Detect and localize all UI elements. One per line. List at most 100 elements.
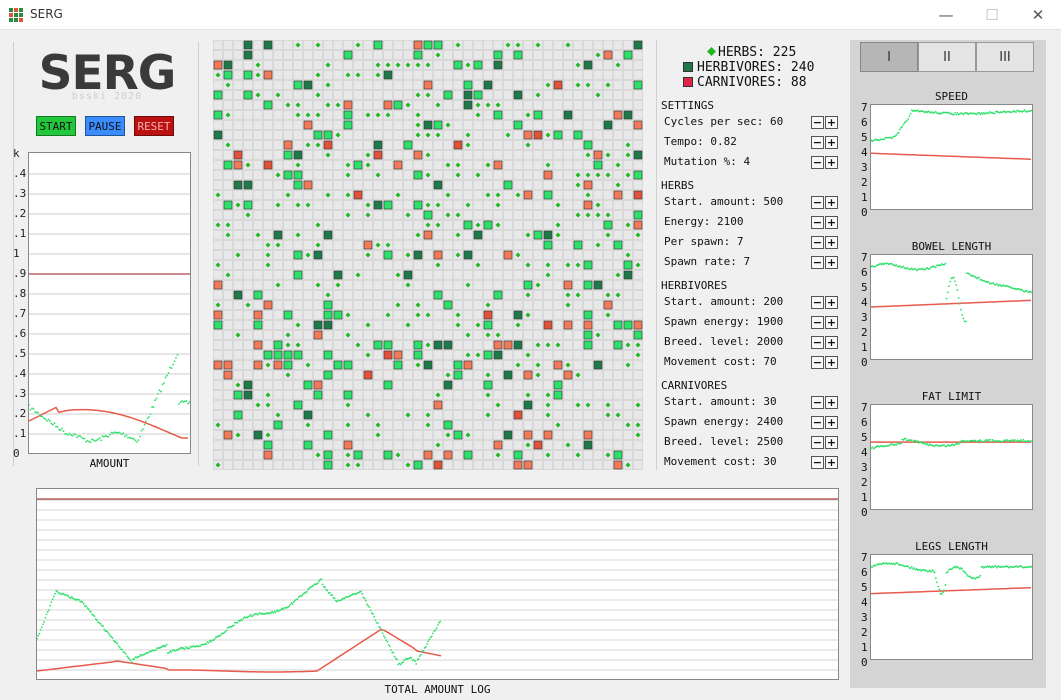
tab-2[interactable]: II [918, 42, 976, 72]
minimize-button[interactable]: — [923, 0, 969, 30]
grid-cell [554, 451, 562, 459]
herbivore-point [34, 411, 36, 414]
gene-y-label: 0 [861, 506, 868, 519]
increment-button[interactable]: + [825, 196, 838, 209]
increment-button[interactable]: + [825, 216, 838, 229]
pause-button[interactable]: PAUSE [85, 116, 125, 136]
herbivore-log-point [331, 594, 334, 597]
increment-button[interactable]: + [825, 436, 838, 449]
gene-chart [870, 254, 1033, 360]
increment-button[interactable]: + [825, 336, 838, 349]
decrement-button[interactable]: − [811, 116, 824, 129]
grid-cell [404, 421, 412, 429]
decrement-button[interactable]: − [811, 356, 824, 369]
gene-chart [870, 404, 1033, 510]
grid-cell [314, 461, 322, 469]
decrement-button[interactable]: − [811, 196, 824, 209]
grid-cell [494, 321, 502, 329]
grid-cell [384, 211, 392, 219]
grid-cell [604, 421, 612, 429]
grid-cell [394, 141, 402, 149]
grid-cell [474, 121, 482, 129]
decrement-button[interactable]: − [811, 296, 824, 309]
herbivore [263, 440, 273, 450]
increment-button[interactable]: + [825, 236, 838, 249]
increment-button[interactable]: + [825, 416, 838, 429]
herbivore-gene-point [898, 128, 901, 131]
grid-cell [584, 241, 592, 249]
grid-cell [504, 151, 512, 159]
decrement-button[interactable]: − [811, 156, 824, 169]
carnivore [633, 320, 643, 330]
grid-cell [394, 331, 402, 339]
simulation-grid[interactable] [213, 40, 643, 470]
grid-cell [384, 161, 392, 169]
herbivore [323, 430, 333, 440]
decrement-button[interactable]: − [811, 216, 824, 229]
grid-cell [594, 451, 602, 459]
reset-button[interactable]: RESET [134, 116, 174, 136]
grid-cell [614, 221, 622, 229]
grid-cell [394, 371, 402, 379]
maximize-button[interactable]: ☐ [969, 0, 1015, 30]
grid-cell [394, 291, 402, 299]
grid-cell [294, 461, 302, 469]
herbivore [293, 400, 303, 410]
increment-button[interactable]: + [825, 116, 838, 129]
increment-button[interactable]: + [825, 256, 838, 269]
grid-cell [314, 231, 322, 239]
grid-cell [494, 151, 502, 159]
grid-cell [444, 181, 452, 189]
increment-button[interactable]: + [825, 296, 838, 309]
grid-cell [624, 241, 632, 249]
herbivore [633, 80, 643, 90]
decrement-button[interactable]: − [811, 236, 824, 249]
grid-cell [504, 301, 512, 309]
grid-cell [514, 231, 522, 239]
grid-cell [454, 381, 462, 389]
increment-button[interactable]: + [825, 456, 838, 469]
increment-button[interactable]: + [825, 356, 838, 369]
grid-cell [534, 271, 542, 279]
grid-cell [584, 411, 592, 419]
grid-cell [374, 371, 382, 379]
decrement-button[interactable]: − [811, 396, 824, 409]
grid-cell [244, 101, 252, 109]
grid-cell [484, 251, 492, 259]
grid-cell [574, 191, 582, 199]
increment-button[interactable]: + [825, 316, 838, 329]
herbivore-point [37, 411, 39, 414]
grid-cell [264, 311, 272, 319]
grid-cell [244, 461, 252, 469]
herbivore-gene-point [931, 569, 934, 571]
start-button[interactable]: START [36, 116, 76, 136]
settings-section-header: SETTINGS [661, 99, 714, 112]
grid-cell [374, 351, 382, 359]
tab-3[interactable]: III [976, 42, 1034, 72]
decrement-button[interactable]: − [811, 136, 824, 149]
herbivore-log-point [168, 651, 170, 654]
grid-cell [274, 321, 282, 329]
app-icon [9, 8, 23, 22]
grid-cell [494, 301, 502, 309]
herbivore-log-point [289, 603, 292, 606]
grid-cell [294, 131, 302, 139]
decrement-button[interactable]: − [811, 456, 824, 469]
increment-button[interactable]: + [825, 396, 838, 409]
close-button[interactable]: ✕ [1015, 0, 1061, 30]
grid-cell [354, 321, 362, 329]
decrement-button[interactable]: − [811, 256, 824, 269]
grid-cell [374, 391, 382, 399]
grid-cell [314, 291, 322, 299]
grid-cell [454, 391, 462, 399]
decrement-button[interactable]: − [811, 436, 824, 449]
tab-1[interactable]: I [860, 42, 918, 72]
grid-cell [434, 151, 442, 159]
herbivore-log-point [37, 637, 38, 640]
decrement-button[interactable]: − [811, 336, 824, 349]
increment-button[interactable]: + [825, 136, 838, 149]
decrement-button[interactable]: − [811, 316, 824, 329]
grid-cell [484, 71, 492, 79]
decrement-button[interactable]: − [811, 416, 824, 429]
increment-button[interactable]: + [825, 156, 838, 169]
